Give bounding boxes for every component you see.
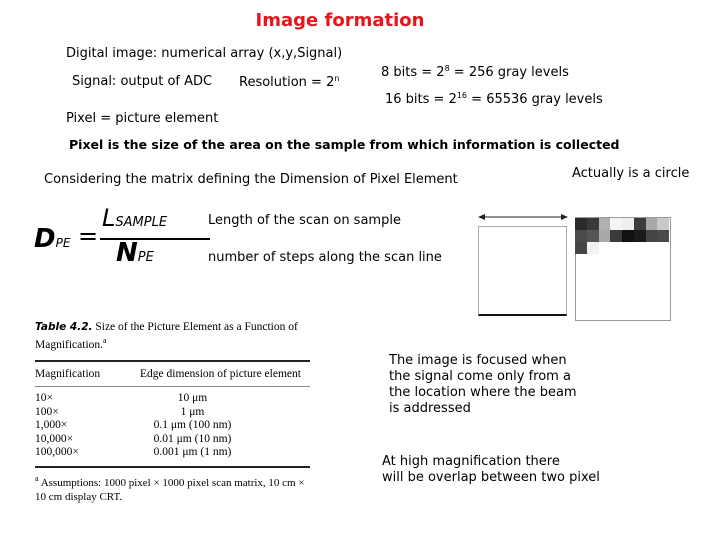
pixel-cell bbox=[633, 230, 646, 242]
pixel-cell bbox=[575, 218, 587, 230]
pixel-cell bbox=[657, 218, 669, 230]
scan-area-box bbox=[478, 226, 567, 316]
overlap-note: At high magnification there will be over… bbox=[382, 454, 600, 485]
pixel-cell bbox=[645, 218, 658, 230]
pixel-cell bbox=[586, 230, 599, 242]
pixel-cell bbox=[622, 218, 634, 230]
table-header-rule bbox=[35, 386, 310, 387]
focus-note: The image is focused when the signal com… bbox=[389, 353, 577, 416]
signal-text: Signal: output of ADC bbox=[72, 74, 213, 89]
bits16-text: 16 bits = 216 = 65536 gray levels bbox=[385, 91, 603, 107]
edge-dimension-cell: 10 μm bbox=[177, 392, 208, 404]
circle-note: Actually is a circle bbox=[572, 166, 690, 181]
pixel-cell bbox=[633, 218, 646, 230]
table-header-row: Magnification Edge dimension of picture … bbox=[35, 362, 310, 386]
header-magnification: Magnification bbox=[35, 368, 101, 380]
formula-equals: = bbox=[78, 222, 99, 250]
pixel-cell bbox=[657, 230, 669, 242]
edge-dimension-cell: 1 μm bbox=[180, 405, 205, 418]
pixel-cell bbox=[610, 230, 622, 242]
header-edge-dimension: Edge dimension of picture element bbox=[140, 368, 301, 380]
magnification-table: Table 4.2. Size of the Picture Element a… bbox=[35, 320, 310, 504]
resolution-text: Resolution = 2n bbox=[239, 74, 339, 90]
table-row: 10× 10 μm bbox=[35, 392, 310, 406]
table-row: 1,000× 0.1 μm (100 nm) bbox=[35, 419, 310, 433]
numerator-description: Length of the scan on sample bbox=[208, 213, 401, 228]
table-bottom-rule bbox=[35, 465, 310, 468]
table-label: Table 4.2. bbox=[35, 321, 93, 333]
pixel-cell bbox=[575, 230, 587, 242]
digital-image-text: Digital image: numerical array (x,y,Sign… bbox=[66, 46, 343, 61]
pixel-cell bbox=[575, 242, 587, 254]
table-row: 100,000× 0.001 μm (1 nm) bbox=[35, 446, 310, 460]
denominator-description: number of steps along the scan line bbox=[208, 250, 442, 265]
table-row: 100× 1 μm bbox=[35, 406, 310, 420]
pixel-dimension-formula: DPE = LSAMPLE NPE bbox=[34, 204, 210, 270]
matrix-statement: Considering the matrix defining the Dime… bbox=[44, 172, 458, 187]
resolution-label: Resolution = 2 bbox=[239, 75, 335, 90]
pixel-cell bbox=[610, 218, 622, 230]
table-footnote: a Assumptions: 1000 pixel × 1000 pixel s… bbox=[35, 473, 305, 503]
bits8-text: 8 bits = 28 = 256 gray levels bbox=[381, 64, 569, 80]
scan-length-arrow-icon bbox=[478, 214, 568, 220]
table-caption: Table 4.2. Size of the Picture Element a… bbox=[35, 321, 298, 351]
pixel-cell bbox=[622, 230, 634, 242]
formula-numerator: LSAMPLE bbox=[102, 204, 168, 232]
table-row: 10,000× 0.01 μm (10 nm) bbox=[35, 433, 310, 447]
pixel-cell bbox=[645, 230, 658, 242]
edge-dimension-cell: 0.001 μm (1 nm) bbox=[153, 446, 232, 458]
edge-dimension-cell: 0.1 μm (100 nm) bbox=[153, 419, 232, 431]
edge-dimension-cell: 0.01 μm (10 nm) bbox=[153, 432, 232, 445]
pixel-definition: Pixel = picture element bbox=[66, 111, 219, 126]
slide-title: Image formation bbox=[255, 10, 425, 31]
pixel-cell bbox=[598, 230, 611, 242]
formula-lhs: DPE bbox=[34, 224, 71, 254]
formula-denominator: NPE bbox=[116, 238, 154, 268]
table-body: 10× 10 μm 100× 1 μm 1,000× 0.1 μm (100 nm) 10,… bbox=[35, 392, 310, 460]
pixel-cell bbox=[586, 242, 599, 254]
resolution-exponent: n bbox=[334, 74, 340, 83]
pixel-statement: Pixel is the size of the area on the sam… bbox=[69, 137, 620, 152]
pixel-cell bbox=[598, 218, 611, 230]
pixel-cell bbox=[586, 218, 599, 230]
